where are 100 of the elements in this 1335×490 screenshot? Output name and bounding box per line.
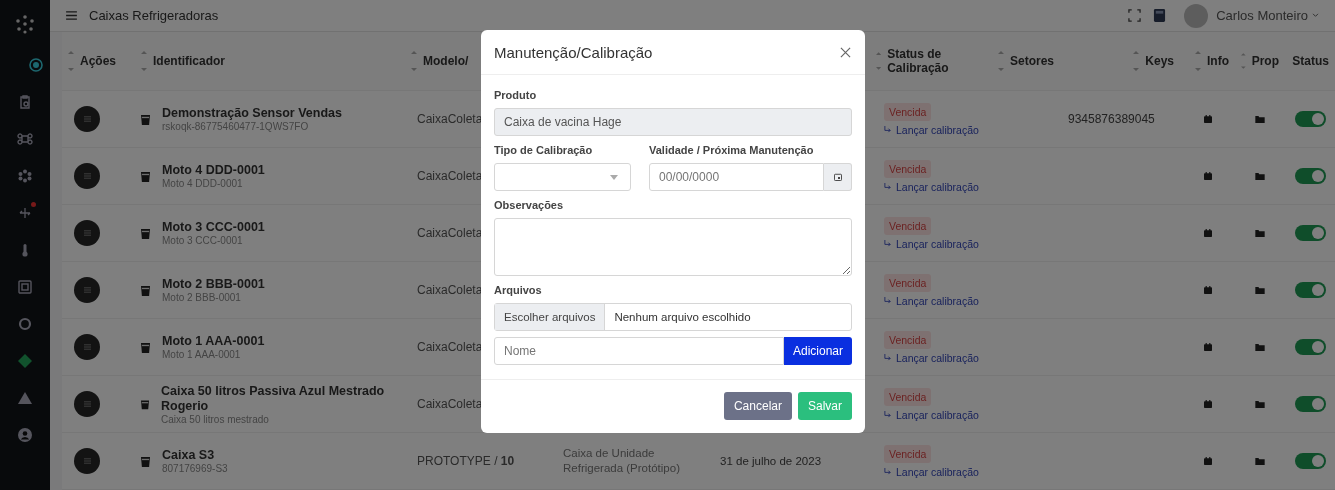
add-button[interactable]: Adicionar [783,337,852,365]
sort-icon[interactable] [411,51,417,71]
item-code: 807176969-S3 [162,463,228,474]
calibration-link[interactable]: Lançar calibração [896,123,979,136]
status-badge: Vencida [884,330,932,349]
caret-icon [1312,13,1319,18]
folder-icon[interactable] [1255,457,1265,465]
status-badge: Vencida [884,387,932,406]
model-text: CaixaColeta [416,112,483,126]
menu-icon [83,173,91,179]
column-header[interactable]: Setores [1009,54,1054,68]
calibration-link[interactable]: Lançar calibração [896,351,979,364]
item-name: Demonstração Sensor Vendas [162,106,342,121]
model-text: CaixaColeta [416,169,483,183]
calibration-link[interactable]: Lançar calibração [896,237,979,250]
type-text: Caixa de Unidade Refrigerada (Protótipo) [563,446,681,476]
save-button[interactable]: Salvar [798,392,852,420]
bucket-icon [141,341,150,353]
sort-icon[interactable] [997,51,1004,71]
calendar-button[interactable] [824,163,852,191]
calendar-icon[interactable] [1203,400,1212,408]
status-badge: Vencida [884,216,932,235]
calendar-icon[interactable] [1203,343,1212,351]
cancel-button[interactable]: Cancelar [723,392,792,420]
item-name: Moto 1 AAA-0001 [162,334,265,349]
file-input[interactable]: Escolher arquivos Nenhum arquivo escolhido [494,303,852,331]
column-header[interactable]: Prop [1251,54,1279,68]
menu-icon [83,344,91,350]
menu-icon[interactable] [66,11,77,20]
book-icon[interactable] [1153,8,1167,23]
item-code: rskoqk-86775460477-1QWS7FO [162,121,310,132]
column-header[interactable]: Info [1207,54,1229,68]
folder-icon[interactable] [1255,286,1265,294]
calendar-icon[interactable] [1203,457,1212,465]
status-toggle[interactable] [1294,396,1326,412]
status-badge: Vencida [884,159,932,178]
folder-icon[interactable] [1255,400,1265,408]
sort-icon[interactable] [876,51,882,71]
actions-button[interactable] [74,277,100,303]
actions-button[interactable] [74,334,100,360]
calendar-icon[interactable] [1203,172,1212,180]
field-label: Produto [494,89,538,101]
status-toggle[interactable] [1294,339,1326,355]
choose-files-button[interactable]: Escolher arquivos [495,304,606,330]
status-toggle[interactable] [1294,168,1326,184]
folder-icon[interactable] [1255,229,1265,237]
return-arrow-icon [884,411,891,418]
column-header[interactable]: Status [1292,54,1329,68]
page-title: Caixas Refrigeradoras [89,8,219,23]
item-code: Moto 3 CCC-0001 [162,235,244,246]
name-field[interactable]: Nome [494,337,784,365]
status-toggle[interactable] [1294,282,1326,298]
return-arrow-icon [884,297,891,304]
status-badge: Vencida [884,273,932,292]
sort-icon[interactable] [68,51,74,71]
item-name: Caixa 50 litros Passiva Azul Mestrado Rogerio [161,383,386,414]
date-field[interactable]: 00/00/0000 [649,163,824,191]
calibration-link[interactable]: Lançar calibração [896,294,979,307]
target-icon [28,56,44,73]
menu-icon [83,230,91,236]
user-menu[interactable]: Carlos Monteiro [1216,8,1319,23]
calendar-icon[interactable] [1203,115,1212,123]
bucket-icon [141,398,149,410]
sort-icon[interactable] [1133,51,1140,71]
item-name: Moto 2 BBB-0001 [162,277,265,292]
sort-icon[interactable] [1241,51,1246,71]
flower-icon [17,167,33,184]
calibration-link[interactable]: Lançar calibração [896,180,979,193]
ring-icon [17,315,33,332]
actions-button[interactable] [74,106,100,132]
status-toggle[interactable] [1294,225,1326,241]
actions-button[interactable] [74,391,100,417]
logo-icon [15,14,35,34]
close-icon[interactable] [840,46,851,58]
calendar-icon[interactable] [1203,229,1212,237]
column-header[interactable]: Ações [80,54,117,68]
calendar-icon[interactable] [1203,286,1212,294]
calibration-link[interactable]: Lançar calibração [896,408,979,421]
folder-icon[interactable] [1255,172,1265,180]
model-text: CaixaColeta [416,340,483,354]
item-name: Moto 3 CCC-0001 [162,220,265,235]
folder-icon[interactable] [1255,343,1265,351]
actions-button[interactable] [74,448,100,474]
modal-title: Manutenção/Calibração [494,43,653,61]
column-header[interactable]: Status de Calibração [887,47,990,75]
notification-dot [31,202,36,207]
sort-icon[interactable] [141,51,147,71]
fullscreen-icon[interactable] [1128,9,1142,22]
actions-button[interactable] [74,220,100,246]
status-toggle[interactable] [1294,111,1326,127]
notes-field[interactable] [494,218,852,276]
column-header[interactable]: Identificador [153,54,225,68]
column-header[interactable]: Keys [1145,54,1174,68]
calibration-link[interactable]: Lançar calibração [896,465,979,478]
status-toggle[interactable] [1294,453,1326,469]
actions-button[interactable] [74,163,100,189]
sort-icon[interactable] [1195,51,1201,71]
bucket-icon [141,113,150,125]
column-header[interactable]: Modelo/ [423,54,469,68]
folder-icon[interactable] [1255,115,1265,123]
